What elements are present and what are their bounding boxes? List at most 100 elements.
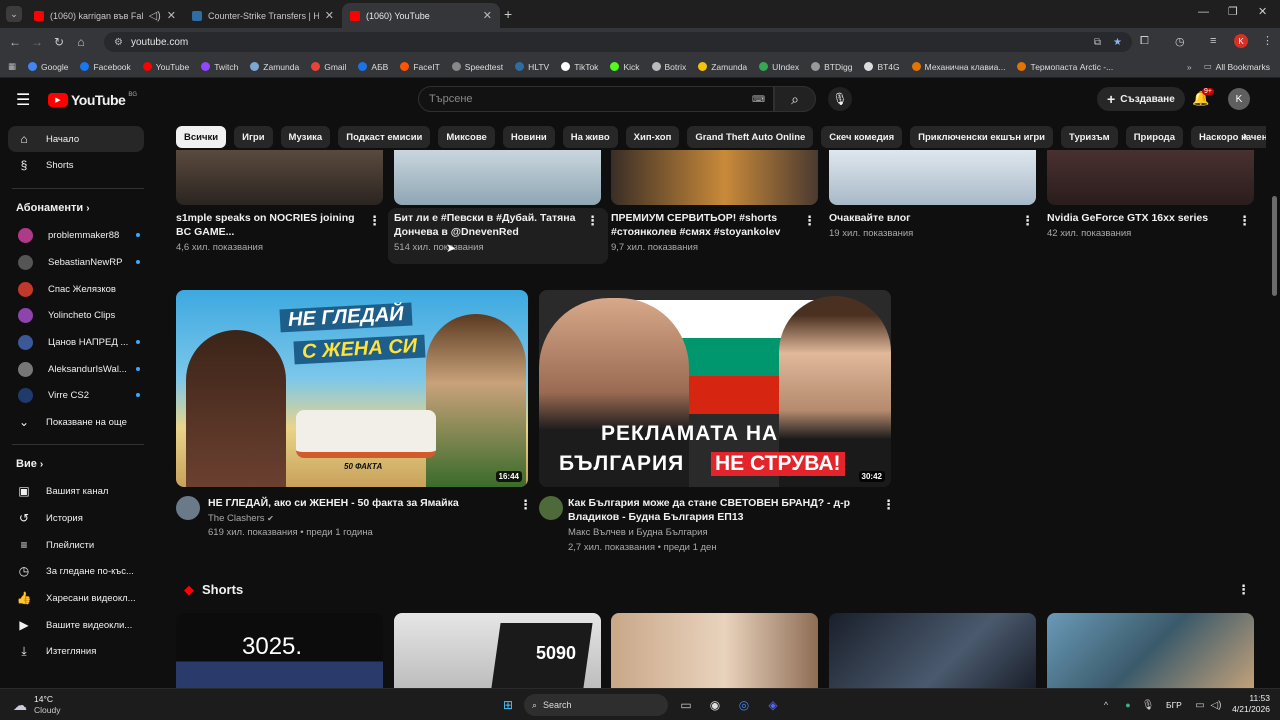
chips-next-icon[interactable]: › bbox=[1243, 128, 1247, 143]
extensions-icon[interactable]: ⧠ bbox=[1140, 35, 1149, 48]
video-thumbnail[interactable]: РЕКЛАМАТА НА БЪЛГАРИЯ НЕ СТРУВА! 30:42 bbox=[539, 290, 891, 487]
channel-avatar[interactable] bbox=[539, 496, 563, 520]
chip[interactable]: Grand Theft Auto Online bbox=[687, 126, 814, 148]
task-view-icon[interactable]: ▭ bbox=[676, 695, 696, 715]
bookmark-speedtest[interactable]: Speedtest bbox=[446, 62, 509, 72]
sidebar-item-your-channel[interactable]: ▣ Вашият канал bbox=[8, 478, 144, 504]
video-title[interactable]: Бит ли е #Певски в #Дубай. Татяна Дончев… bbox=[394, 211, 578, 239]
reload-icon[interactable]: ↻ bbox=[48, 31, 70, 53]
sidebar-item-your-videos[interactable]: ▶ Вашите видеокли... bbox=[8, 612, 144, 638]
close-tab-icon[interactable]: ✕ bbox=[325, 9, 334, 22]
sidebar-item-history[interactable]: ↺ История bbox=[8, 505, 144, 531]
tab-search-icon[interactable]: ⌄ bbox=[6, 6, 22, 22]
chip[interactable]: Игри bbox=[234, 126, 273, 148]
bookmark-keyboard[interactable]: Механична клавиа... bbox=[906, 62, 1012, 72]
sidebar-item-subscription[interactable]: SebastianNewRP bbox=[8, 249, 144, 275]
bookmark-uindex[interactable]: UIndex bbox=[753, 62, 805, 72]
more-actions-icon[interactable]: ⋮ bbox=[1021, 213, 1034, 229]
all-bookmarks[interactable]: ▭ All Bookmarks bbox=[1198, 61, 1280, 72]
more-actions-icon[interactable]: ⋮ bbox=[803, 213, 816, 229]
voice-search-icon[interactable]: 🎙 bbox=[828, 87, 852, 111]
sidebar-item-watch-later[interactable]: ◷ За гледане по-къс... bbox=[8, 558, 144, 584]
more-actions-icon[interactable]: ⋮ bbox=[586, 213, 599, 229]
you-header[interactable]: Вие › bbox=[16, 458, 43, 470]
bookmark-btdigg[interactable]: BTDigg bbox=[805, 62, 858, 72]
chrome-icon[interactable]: ◎ bbox=[734, 695, 754, 715]
github-icon[interactable]: ◉ bbox=[705, 695, 725, 715]
tab-karrigan[interactable]: (1060) karrigan във Falcons ◁) ✕ bbox=[26, 3, 184, 28]
more-actions-icon[interactable]: ⋮ bbox=[519, 497, 532, 513]
tab-youtube[interactable]: (1060) YouTube ✕ bbox=[342, 3, 500, 28]
bookmark-bt4g[interactable]: BT4G bbox=[858, 62, 905, 72]
sidebar-item-subscription[interactable]: problemmaker88 bbox=[8, 222, 144, 248]
more-actions-icon[interactable]: ⋮ bbox=[368, 213, 381, 229]
chip[interactable]: Наскоро качени bbox=[1190, 126, 1266, 148]
profile-avatar[interactable]: K bbox=[1234, 34, 1248, 48]
chip[interactable]: Туризъм bbox=[1061, 126, 1118, 148]
bookmark-tiktok[interactable]: TikTok bbox=[555, 62, 604, 72]
channel-avatar[interactable] bbox=[176, 496, 200, 520]
chip[interactable]: Скеч комедия bbox=[821, 126, 903, 148]
sidebar-item-shorts[interactable]: § Shorts bbox=[8, 152, 144, 178]
install-app-icon[interactable]: ⧉ bbox=[1094, 37, 1101, 48]
address-bar[interactable]: ⚙ youtube.com ⧉ ★ bbox=[104, 32, 1132, 52]
chip[interactable]: Приключенски екшън игри bbox=[910, 126, 1054, 148]
bookmark-abv[interactable]: АБВ bbox=[352, 62, 394, 72]
input-language[interactable]: БГР bbox=[1166, 700, 1182, 710]
sidebar-item-playlists[interactable]: ≡ Плейлисти bbox=[8, 532, 144, 558]
video-title[interactable]: ПРЕМИУМ СЕРВИТЬОР! #shorts #стоянколев #… bbox=[611, 211, 795, 239]
hamburger-menu-icon[interactable]: ☰ bbox=[16, 90, 30, 110]
windows-start-icon[interactable]: ⊞ bbox=[498, 695, 518, 715]
bookmarks-overflow-icon[interactable]: » bbox=[1181, 62, 1198, 72]
subscriptions-header[interactable]: Абонаменти › bbox=[16, 202, 90, 214]
sidebar-item-subscription[interactable]: Virre CS2 bbox=[8, 382, 144, 408]
bookmark-facebook[interactable]: Facebook bbox=[74, 62, 136, 72]
bookmark-gmail[interactable]: Gmail bbox=[305, 62, 352, 72]
bookmark-zamunda[interactable]: Zamunda bbox=[244, 62, 305, 72]
bookmark-star-icon[interactable]: ★ bbox=[1113, 37, 1122, 48]
video-title[interactable]: НЕ ГЛЕДАЙ, ако си ЖЕНЕН - 50 факта за Ям… bbox=[208, 496, 508, 510]
video-thumbnail[interactable] bbox=[1047, 150, 1254, 205]
chip[interactable]: Природа bbox=[1125, 126, 1183, 148]
chip[interactable]: Музика bbox=[280, 126, 331, 148]
minimize-icon[interactable]: — bbox=[1198, 6, 1209, 18]
short-thumbnail[interactable]: 3025. bbox=[176, 613, 383, 688]
bookmark-arctic[interactable]: Термопаста Arctic -... bbox=[1011, 62, 1119, 72]
taskbar-search[interactable]: ⌕ Search bbox=[524, 694, 668, 716]
bookmark-kick[interactable]: Kick bbox=[604, 62, 645, 72]
search-input[interactable]: Търсене ⌨ bbox=[418, 86, 774, 112]
apps-grid-icon[interactable]: ▦ bbox=[0, 61, 22, 72]
sidebar-item-subscription[interactable]: Yolincheto Clips bbox=[8, 302, 144, 328]
bookmark-google[interactable]: Google bbox=[22, 62, 74, 72]
forward-icon[interactable]: → bbox=[26, 31, 48, 53]
short-thumbnail[interactable] bbox=[829, 613, 1036, 688]
video-title[interactable]: Nvidia GeForce GTX 16xx series rating bbox=[1047, 211, 1237, 225]
short-thumbnail[interactable]: 5090 bbox=[394, 613, 601, 688]
home-icon[interactable]: ⌂ bbox=[70, 31, 92, 53]
sidebar-item-subscription[interactable]: AleksandurIsWal... bbox=[8, 356, 144, 382]
volume-icon[interactable]: ◁) bbox=[1206, 695, 1226, 715]
video-thumbnail[interactable] bbox=[394, 150, 601, 205]
weather-widget[interactable]: 14°C Cloudy bbox=[34, 694, 60, 716]
bookmark-hltv[interactable]: HLTV bbox=[509, 62, 555, 72]
more-actions-icon[interactable]: ⋮ bbox=[1237, 582, 1250, 598]
back-icon[interactable]: ← bbox=[4, 31, 26, 53]
sidebar-item-downloads[interactable]: ⤓ Изтегляния bbox=[8, 638, 144, 664]
youtube-logo[interactable]: ▶ YouTube BG bbox=[48, 92, 137, 108]
video-title[interactable]: Очаквайте влог bbox=[829, 211, 1013, 225]
video-thumbnail[interactable] bbox=[611, 150, 818, 205]
site-info-icon[interactable]: ⚙ bbox=[114, 37, 123, 48]
video-thumbnail[interactable] bbox=[829, 150, 1036, 205]
channel-name[interactable]: The Clashers ✔ bbox=[208, 512, 274, 526]
weather-cloud-icon[interactable]: ☁ bbox=[10, 695, 30, 715]
new-tab-icon[interactable]: + bbox=[504, 6, 512, 22]
discord-icon[interactable]: ◈ bbox=[763, 695, 783, 715]
create-button[interactable]: + Създаване bbox=[1097, 87, 1185, 111]
sidebar-item-subscription[interactable]: Цанов НАПРЕД ... bbox=[8, 329, 144, 355]
video-thumbnail[interactable] bbox=[176, 150, 383, 205]
chip[interactable]: Миксове bbox=[438, 126, 495, 148]
close-tab-icon[interactable]: ✕ bbox=[483, 9, 492, 22]
video-title[interactable]: Как България може да стане СВЕТОВЕН БРАН… bbox=[568, 496, 868, 524]
bookmark-zamunda-2[interactable]: Zamunda bbox=[692, 62, 753, 72]
more-actions-icon[interactable]: ⋮ bbox=[882, 497, 895, 513]
